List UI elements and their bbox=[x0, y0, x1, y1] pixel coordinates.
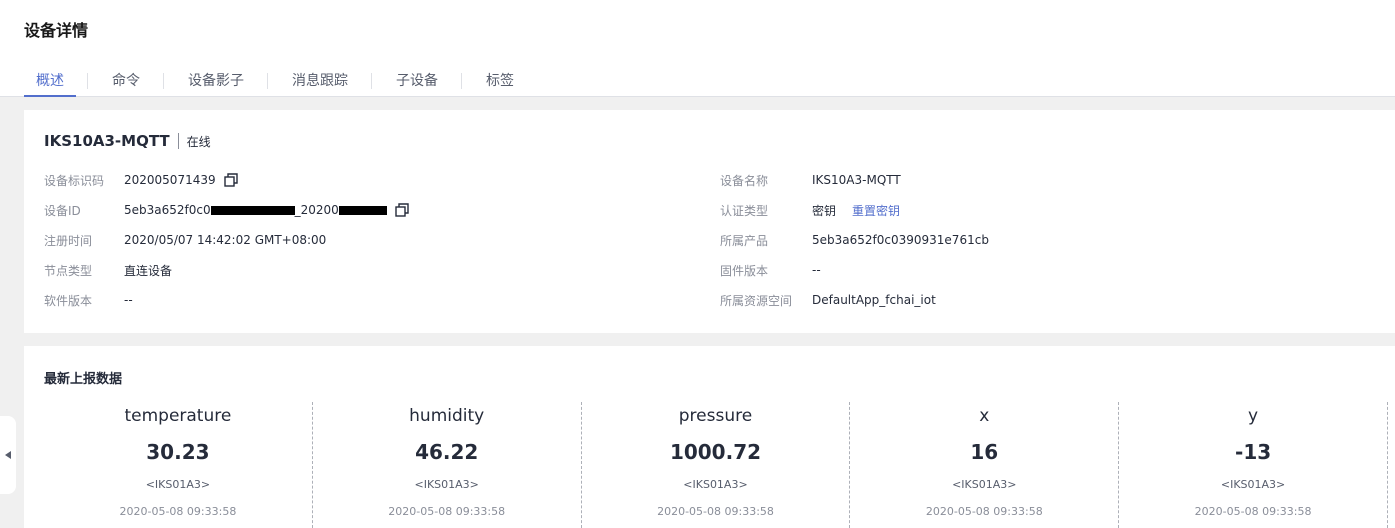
node-id-value: 202005071439 bbox=[124, 173, 216, 187]
metric-source: <IKS01A3> bbox=[683, 478, 748, 491]
info-row-auth-type: 认证类型 密钥 重置密钥 bbox=[720, 200, 1320, 220]
redaction-bar bbox=[338, 205, 387, 215]
metric-source: <IKS01A3> bbox=[952, 478, 1017, 491]
metric-name: humidity bbox=[409, 406, 485, 426]
device-name: IKS10A3-MQTT bbox=[44, 132, 170, 150]
info-label: 所属资源空间 bbox=[720, 293, 793, 308]
reset-secret-link[interactable]: 重置密钥 bbox=[852, 202, 900, 219]
info-row-device-name: 设备名称 IKS10A3-MQTT bbox=[720, 170, 1320, 190]
tab-bar: 概述 命令 设备影子 消息跟踪 子设备 标签 bbox=[24, 62, 537, 97]
redaction-bar bbox=[210, 205, 295, 215]
page-title: 设备详情 bbox=[24, 21, 89, 40]
metric-time: 2020-05-08 09:33:58 bbox=[119, 505, 237, 518]
info-value: DefaultApp_fchai_iot bbox=[812, 293, 936, 307]
metric-card-temperature: temperature 30.23 <IKS01A3> 2020-05-08 0… bbox=[44, 402, 313, 528]
metric-value: 1000.72 bbox=[669, 440, 762, 464]
info-row-node-type: 节点类型 直连设备 bbox=[44, 260, 644, 280]
metric-time: 2020-05-08 09:33:58 bbox=[1194, 505, 1312, 518]
tab-tags[interactable]: 标签 bbox=[462, 62, 537, 97]
metric-card-pressure: pressure 1000.72 <IKS01A3> 2020-05-08 09… bbox=[582, 402, 851, 528]
metric-name: temperature bbox=[124, 406, 232, 426]
info-row-node-id: 设备标识码 202005071439 bbox=[44, 170, 644, 190]
metric-source: <IKS01A3> bbox=[1220, 478, 1286, 491]
metric-card-y: y -13 <IKS01A3> 2020-05-08 09:33:58 bbox=[1119, 402, 1388, 528]
info-row-firmware-version: 固件版本 -- bbox=[720, 260, 1320, 280]
metric-value: 16 bbox=[970, 440, 999, 464]
info-value: 2020/05/07 14:42:02 GMT+08:00 bbox=[124, 233, 327, 247]
title-divider bbox=[177, 133, 179, 149]
device-title: IKS10A3-MQTT 在线 bbox=[44, 132, 211, 150]
info-label: 设备ID bbox=[44, 203, 81, 218]
info-value: -- bbox=[124, 293, 133, 307]
info-label: 所属产品 bbox=[720, 233, 769, 248]
info-label: 注册时间 bbox=[44, 233, 93, 248]
device-id-prefix: 5eb3a652f0c0 bbox=[124, 203, 211, 217]
metric-name: pressure bbox=[678, 406, 753, 426]
tab-device-shadow[interactable]: 设备影子 bbox=[164, 62, 267, 97]
metric-name: x bbox=[979, 406, 990, 426]
metric-value: 30.23 bbox=[146, 440, 210, 464]
info-value: 直连设备 bbox=[124, 263, 173, 278]
section-title: 最新上报数据 bbox=[44, 372, 123, 387]
info-value: 5eb3a652f0c0390931e761cb bbox=[812, 233, 989, 247]
copy-icon[interactable] bbox=[395, 203, 409, 217]
info-label: 认证类型 bbox=[720, 203, 769, 218]
info-row-resource-space: 所属资源空间 DefaultApp_fchai_iot bbox=[720, 290, 1320, 310]
metric-source: <IKS01A3> bbox=[414, 478, 479, 491]
caret-left-icon bbox=[5, 451, 11, 459]
metrics-row: temperature 30.23 <IKS01A3> 2020-05-08 0… bbox=[44, 402, 1388, 528]
info-value: 202005071439 bbox=[124, 173, 238, 187]
info-label: 设备标识码 bbox=[44, 173, 105, 188]
metric-time: 2020-05-08 09:33:58 bbox=[657, 505, 774, 518]
info-label: 设备名称 bbox=[720, 173, 769, 188]
tab-message-trace[interactable]: 消息跟踪 bbox=[268, 62, 371, 97]
tab-commands[interactable]: 命令 bbox=[88, 62, 163, 97]
device-info-card: IKS10A3-MQTT 在线 设备标识码 202005071439 设备ID … bbox=[24, 110, 1395, 333]
metric-value: 46.22 bbox=[415, 440, 479, 464]
metric-time: 2020-05-08 09:33:58 bbox=[388, 505, 506, 518]
metric-card-humidity: humidity 46.22 <IKS01A3> 2020-05-08 09:3… bbox=[313, 402, 582, 528]
info-row-device-id: 设备ID 5eb3a652f0c0 _20200 bbox=[44, 200, 644, 220]
metric-card-x: x 16 <IKS01A3> 2020-05-08 09:33:58 bbox=[850, 402, 1120, 528]
info-value: 密钥 重置密钥 bbox=[812, 202, 900, 219]
info-row-register-time: 注册时间 2020/05/07 14:42:02 GMT+08:00 bbox=[44, 230, 644, 250]
tab-child-devices[interactable]: 子设备 bbox=[372, 62, 461, 97]
info-row-product: 所属产品 5eb3a652f0c0390931e761cb bbox=[720, 230, 1320, 250]
status-badge: 在线 bbox=[186, 134, 211, 149]
auth-type-value: 密钥 bbox=[812, 203, 837, 218]
info-value: 5eb3a652f0c0 _20200 bbox=[124, 203, 409, 217]
sidebar-collapse-handle[interactable] bbox=[0, 416, 16, 494]
info-row-software-version: 软件版本 -- bbox=[44, 290, 644, 310]
copy-icon[interactable] bbox=[223, 173, 238, 187]
page-header: 设备详情 概述 命令 设备影子 消息跟踪 子设备 标签 bbox=[0, 0, 1395, 97]
info-value: IKS10A3-MQTT bbox=[812, 173, 901, 187]
metric-source: <IKS01A3> bbox=[145, 478, 211, 491]
latest-data-card: 最新上报数据 temperature 30.23 <IKS01A3> 2020-… bbox=[24, 346, 1395, 528]
metric-name: y bbox=[1248, 406, 1259, 426]
tab-overview[interactable]: 概述 bbox=[24, 62, 76, 97]
info-label: 节点类型 bbox=[44, 263, 93, 278]
info-value: -- bbox=[812, 263, 821, 277]
metric-value: -13 bbox=[1235, 440, 1272, 464]
info-label: 固件版本 bbox=[720, 263, 769, 278]
device-id-mid: _20200 bbox=[294, 203, 339, 217]
info-label: 软件版本 bbox=[44, 293, 93, 308]
metric-time: 2020-05-08 09:33:58 bbox=[925, 505, 1043, 518]
